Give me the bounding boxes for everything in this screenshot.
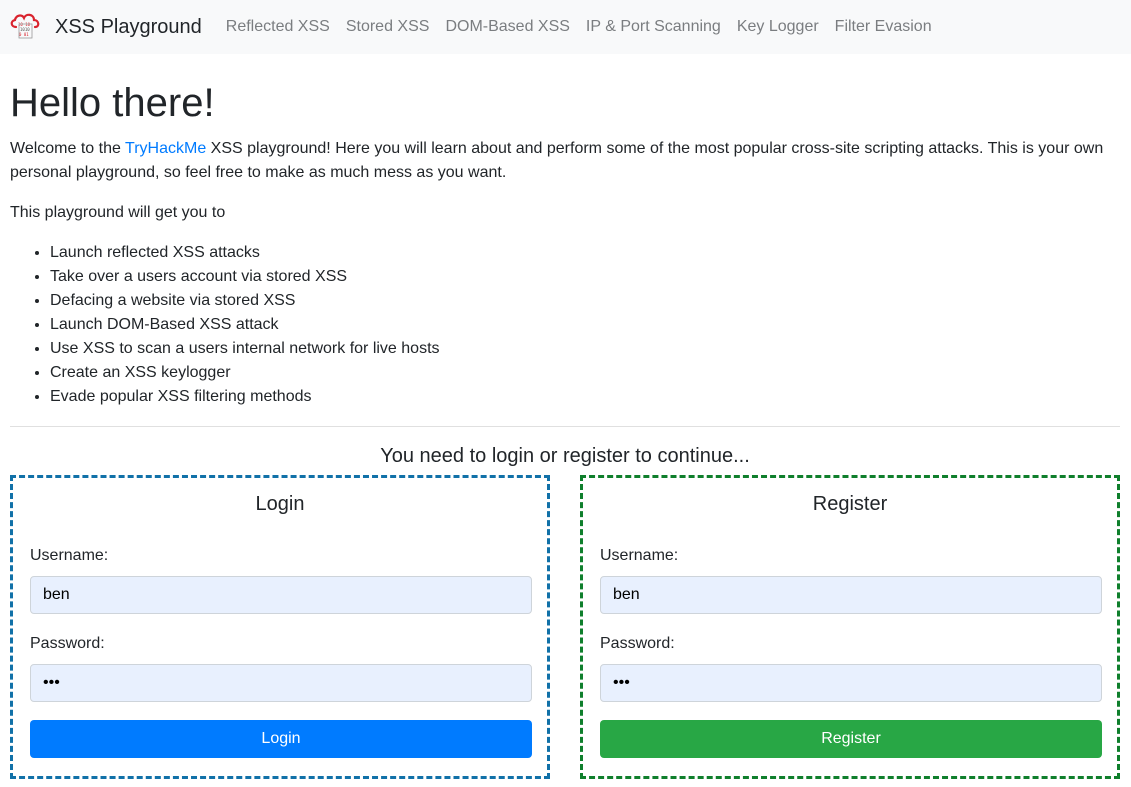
login-prompt: You need to login or register to continu… (380, 445, 750, 467)
list-item: Defacing a website via stored XSS (50, 289, 1121, 313)
main-content: Hello there! Welcome to the TryHackMe XS… (0, 79, 1131, 779)
list-item: Launch DOM-Based XSS attack (50, 313, 1121, 337)
cloud-logo-icon: 10 10 1010 0 01 (10, 13, 40, 39)
tryhackme-link[interactable]: TryHackMe (125, 140, 206, 157)
register-button[interactable]: Register (600, 720, 1102, 758)
login-title: Login (255, 493, 305, 515)
login-username-label: Username: (30, 547, 109, 564)
login-username-input[interactable] (30, 576, 532, 614)
register-password-label: Password: (600, 635, 675, 652)
page-title: Hello there! (10, 81, 215, 125)
login-password-label: Password: (30, 635, 105, 652)
register-username-label: Username: (600, 547, 679, 564)
list-item: Launch reflected XSS attacks (50, 241, 1121, 265)
register-username-input[interactable] (600, 576, 1102, 614)
list-item: Create an XSS keylogger (50, 361, 1121, 385)
navbar: 10 10 1010 0 01 XSS Playground Reflected… (0, 0, 1131, 54)
brand-link[interactable]: 10 10 1010 0 01 XSS Playground (8, 10, 202, 44)
register-password-input[interactable] (600, 664, 1102, 702)
brand-name: XSS Playground (55, 15, 202, 38)
feature-list: Launch reflected XSS attacks Take over a… (50, 241, 1121, 409)
nav-stored-xss[interactable]: Stored XSS (346, 18, 430, 36)
divider (10, 426, 1120, 427)
list-intro: This playground will get you to (10, 204, 226, 221)
nav-filter-evasion[interactable]: Filter Evasion (835, 18, 932, 36)
nav-reflected-xss[interactable]: Reflected XSS (226, 18, 330, 36)
login-form: Login Username: Password: Login (10, 475, 550, 779)
intro-paragraph: Welcome to the TryHackMe XSS playground!… (10, 137, 1120, 185)
list-item: Use XSS to scan a users internal network… (50, 337, 1121, 361)
intro-text-start: Welcome to the (10, 140, 126, 157)
nav-dom-based-xss[interactable]: DOM-Based XSS (445, 18, 569, 36)
auth-forms: Login Username: Password: Login Register… (10, 475, 1120, 779)
svg-text:0 01: 0 01 (19, 32, 29, 37)
nav-key-logger[interactable]: Key Logger (737, 18, 819, 36)
nav-ip-port-scanning[interactable]: IP & Port Scanning (586, 18, 721, 36)
register-form: Register Username: Password: Register (580, 475, 1120, 779)
list-item: Evade popular XSS filtering methods (50, 385, 1121, 409)
list-item: Take over a users account via stored XSS (50, 265, 1121, 289)
login-button[interactable]: Login (30, 720, 532, 758)
login-password-input[interactable] (30, 664, 532, 702)
register-title: Register (812, 493, 888, 515)
